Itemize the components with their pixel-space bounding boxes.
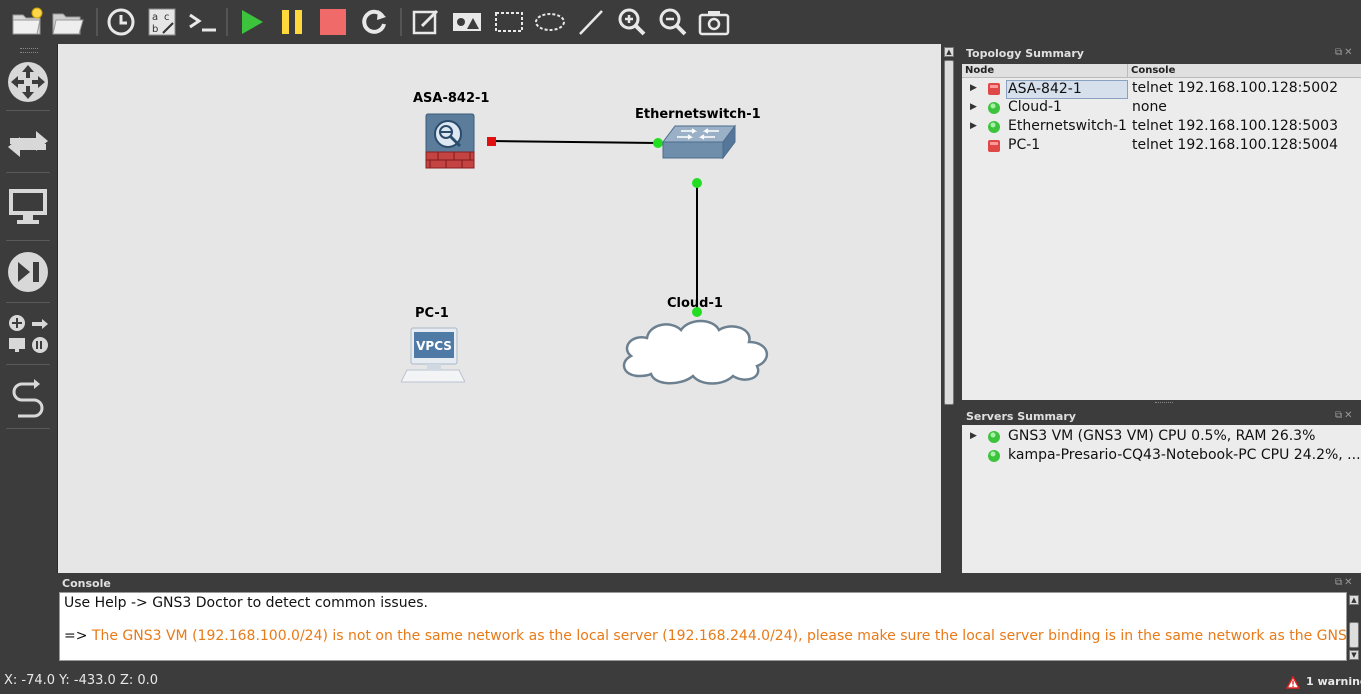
topology-node-console: telnet 192.168.100.128:5002 — [1132, 80, 1339, 96]
start-all-icon[interactable] — [234, 5, 268, 39]
console-dock-buttons[interactable]: ⧉✕ — [1335, 577, 1355, 588]
topology-node-name: PC-1 — [1008, 137, 1041, 153]
expand-arrow-icon[interactable]: ▶ — [970, 431, 977, 441]
topology-summary-tree: Node Console ▶ ASA-842-1 telnet 192.168.… — [962, 64, 1361, 400]
console-scroll-thumb[interactable] — [1349, 622, 1359, 648]
topology-row-switch[interactable]: ▶ Ethernetswitch-1 telnet 192.168.100.12… — [962, 118, 1361, 137]
node-label-cloud: Cloud-1 — [667, 296, 723, 311]
new-project-icon[interactable] — [10, 5, 44, 39]
server-summary-text: kampa-Presario-CQ43-Notebook-PC CPU 24.2… — [1008, 447, 1361, 463]
topology-node-console: telnet 192.168.100.128:5003 — [1132, 118, 1339, 134]
device-types-dock — [0, 44, 57, 674]
screenshot-camera-icon[interactable] — [697, 5, 731, 39]
suspend-all-icon[interactable] — [275, 5, 309, 39]
snapshot-clock-icon[interactable] — [104, 5, 138, 39]
cloud-node[interactable] — [617, 314, 773, 386]
switches-category-icon[interactable] — [4, 120, 52, 168]
panel-splitter-handle[interactable] — [1155, 402, 1173, 406]
warning-count: 1 warning — [1306, 675, 1361, 688]
status-bar: X: -74.0 Y: -433.0 Z: 0.0 1 warning — [0, 673, 1361, 694]
servers-summary-tree: ▶ GNS3 VM (GNS3 VM) CPU 0.5%, RAM 26.3% … — [962, 425, 1361, 573]
main-toolbar: acb — [0, 0, 1361, 44]
column-header-console[interactable]: Console — [1128, 64, 1361, 78]
status-stopped-icon — [988, 140, 1000, 152]
routers-category-icon[interactable] — [4, 58, 52, 106]
topology-node-console: telnet 192.168.100.128:5004 — [1132, 137, 1339, 153]
console-line: Use Help -> GNS3 Doctor to detect common… — [64, 595, 428, 611]
topology-row-asa[interactable]: ▶ ASA-842-1 telnet 192.168.100.128:5002 — [962, 80, 1361, 99]
topology-node-name: ASA-842-1 — [1006, 80, 1128, 99]
status-stopped-icon — [988, 83, 1000, 95]
node-label-pc: PC-1 — [415, 306, 449, 321]
console-warning-text: The GNS3 VM (192.168.100.0/24) is not on… — [91, 628, 1361, 644]
console-title: Console — [62, 577, 111, 590]
zoom-in-icon[interactable] — [615, 5, 649, 39]
pc-vpcs-node[interactable]: VPCS — [400, 326, 466, 386]
topology-row-pc[interactable]: PC-1 telnet 192.168.100.128:5004 — [962, 137, 1361, 156]
servers-summary-dock-buttons[interactable]: ⧉✕ — [1335, 410, 1355, 421]
end-devices-category-icon[interactable] — [4, 182, 52, 230]
draw-line-icon[interactable] — [574, 5, 608, 39]
expand-arrow-icon[interactable]: ▶ — [970, 102, 977, 112]
all-devices-category-icon[interactable] — [4, 308, 52, 356]
column-header-node[interactable]: Node — [962, 64, 1128, 78]
svg-text:c: c — [164, 12, 170, 23]
add-note-icon[interactable] — [409, 5, 443, 39]
asa-firewall-node[interactable] — [424, 112, 478, 170]
vpcs-computer-icon — [400, 327, 466, 383]
status-started-icon — [988, 121, 1000, 133]
cloud-icon — [622, 319, 769, 385]
server-row-gns3vm[interactable]: ▶ GNS3 VM (GNS3 VM) CPU 0.5%, RAM 26.3% — [962, 428, 1361, 447]
draw-rectangle-icon[interactable] — [492, 5, 526, 39]
topology-row-cloud[interactable]: ▶ Cloud-1 none — [962, 99, 1361, 118]
ethernet-switch-icon — [662, 124, 736, 160]
console-all-icon[interactable] — [186, 5, 220, 39]
servers-summary-title: Servers Summary — [966, 410, 1076, 423]
svg-text:b: b — [152, 24, 158, 35]
topology-summary-dock-buttons[interactable]: ⧉✕ — [1335, 47, 1355, 58]
topology-canvas[interactable]: ASA-842-1 Ethernetswitch-1 PC-1 VPCS Clo… — [57, 44, 942, 573]
open-project-icon[interactable] — [50, 5, 84, 39]
stop-all-icon[interactable] — [316, 5, 350, 39]
topology-links — [487, 137, 702, 317]
warning-indicator[interactable]: 1 warning — [1286, 674, 1361, 692]
server-row-local[interactable]: kampa-Presario-CQ43-Notebook-PC CPU 24.2… — [962, 447, 1361, 466]
topology-summary-title: Topology Summary — [966, 47, 1084, 60]
zoom-out-icon[interactable] — [656, 5, 690, 39]
canvas-scroll-thumb[interactable] — [944, 60, 954, 405]
cursor-coordinates: X: -74.0 Y: -433.0 Z: 0.0 — [4, 673, 159, 688]
insert-image-icon[interactable] — [450, 5, 484, 39]
topology-node-console: none — [1132, 99, 1167, 115]
node-label-asa: ASA-842-1 — [413, 91, 490, 106]
vpcs-icon-text: VPCS — [416, 339, 452, 353]
node-label-switch: Ethernetswitch-1 — [635, 107, 761, 122]
svg-text:a: a — [152, 12, 158, 23]
expand-arrow-icon[interactable]: ▶ — [970, 83, 977, 93]
add-link-icon[interactable] — [4, 374, 52, 422]
console-dock-header: Console ⧉✕ — [57, 574, 1361, 592]
asa-firewall-icon — [425, 113, 475, 169]
status-started-icon — [988, 431, 1000, 443]
console-warning-line: => The GNS3 VM (192.168.100.0/24) is not… — [64, 628, 1361, 644]
topology-node-name: Cloud-1 — [1008, 99, 1062, 115]
reload-all-icon[interactable] — [357, 5, 391, 39]
warning-triangle-icon — [1286, 676, 1300, 689]
port-status-stopped-icon — [487, 137, 496, 146]
console-prompt: => — [64, 628, 88, 644]
interface-labels-icon[interactable]: acb — [145, 5, 179, 39]
status-started-icon — [988, 102, 1000, 114]
security-devices-category-icon[interactable] — [4, 248, 52, 296]
link-asa-switch[interactable] — [490, 140, 659, 144]
topology-node-name: Ethernetswitch-1 — [1008, 118, 1127, 134]
console-vertical-scrollbar[interactable]: ▲ ▼ — [1347, 592, 1361, 661]
ethernet-switch-node[interactable] — [661, 124, 737, 162]
port-status-started-icon — [692, 178, 702, 188]
console-output[interactable]: Use Help -> GNS3 Doctor to detect common… — [59, 592, 1361, 661]
server-summary-text: GNS3 VM (GNS3 VM) CPU 0.5%, RAM 26.3% — [1008, 428, 1316, 444]
expand-arrow-icon[interactable]: ▶ — [970, 121, 977, 131]
draw-ellipse-icon[interactable] — [533, 5, 567, 39]
status-started-icon — [988, 450, 1000, 462]
